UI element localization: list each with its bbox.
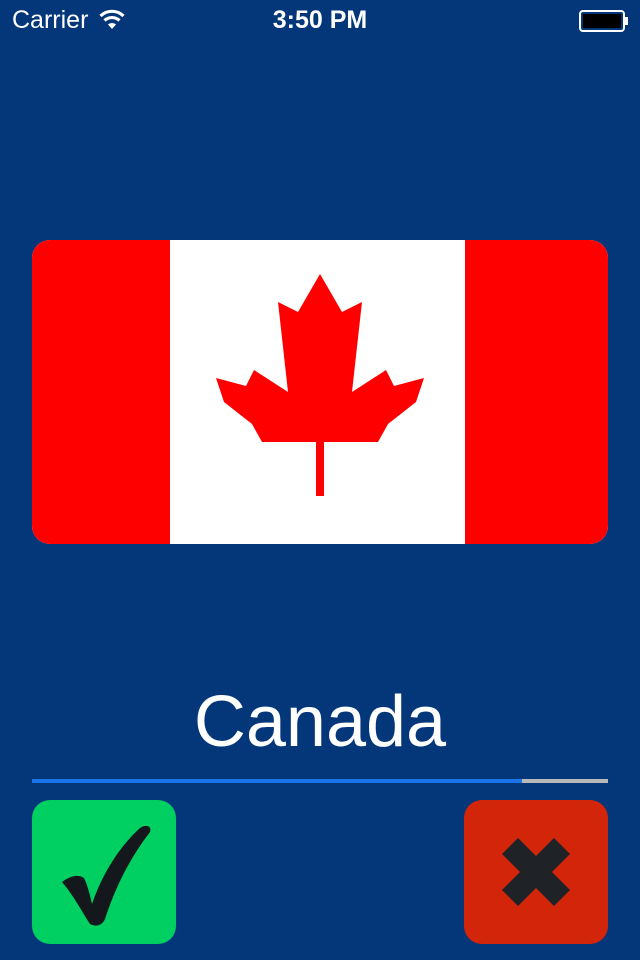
- progress-bar-fill: [32, 779, 523, 783]
- battery-icon: [579, 10, 628, 32]
- correct-button[interactable]: [32, 800, 176, 944]
- wrong-button[interactable]: [464, 800, 608, 944]
- clock-time: 3:50 PM: [272, 6, 368, 34]
- x-icon: [502, 838, 570, 906]
- country-name: Canada: [193, 682, 447, 762]
- checkmark-icon: [62, 825, 151, 926]
- progress-bar: [32, 779, 608, 783]
- flag-left-red-band: [32, 240, 170, 544]
- status-bar: Carrier 3:50 PM: [0, 0, 640, 40]
- flag-right-red-band: [465, 240, 608, 544]
- canada-flag-image: [32, 240, 608, 544]
- maple-leaf-icon: [216, 274, 424, 496]
